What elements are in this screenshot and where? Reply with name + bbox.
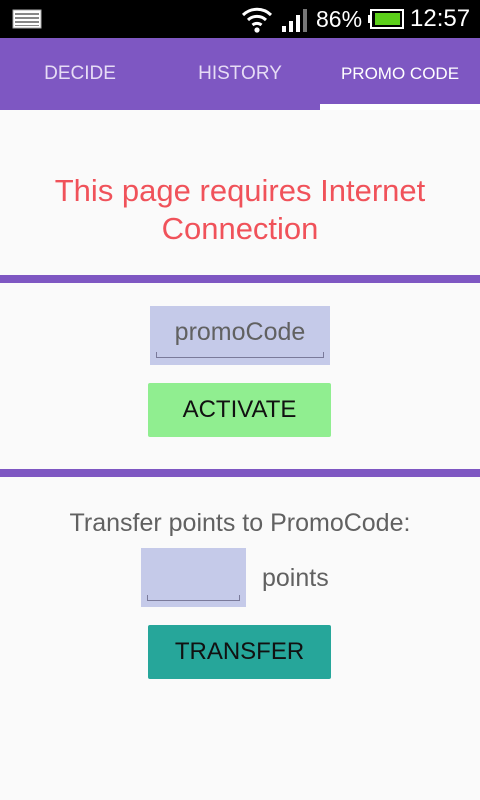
internet-warning-text: This page requires Internet Connection	[54, 173, 426, 246]
section-divider	[0, 469, 480, 477]
clock: 12:57	[410, 5, 471, 32]
battery-percent: 86%	[316, 6, 363, 32]
tab-bar: DECIDE HISTORY PROMO CODE	[0, 38, 480, 110]
battery-icon	[368, 9, 404, 29]
tab-promo-code[interactable]: PROMO CODE	[320, 38, 480, 110]
section-divider	[0, 275, 480, 283]
activate-button[interactable]: ACTIVATE	[148, 383, 331, 437]
promo-code-input[interactable]	[150, 306, 330, 365]
points-suffix-label: points	[262, 564, 329, 592]
signal-icon	[282, 9, 307, 32]
active-tab-indicator	[320, 104, 480, 110]
transfer-button[interactable]: TRANSFER	[148, 625, 331, 679]
wifi-icon	[241, 7, 273, 33]
notification-icon	[12, 9, 42, 29]
status-bar: 86% 12:57	[0, 0, 480, 38]
tab-decide[interactable]: DECIDE	[0, 38, 160, 110]
points-input[interactable]	[141, 548, 246, 607]
tab-history[interactable]: HISTORY	[160, 38, 320, 110]
transfer-prompt: Transfer points to PromoCode:	[69, 509, 411, 537]
